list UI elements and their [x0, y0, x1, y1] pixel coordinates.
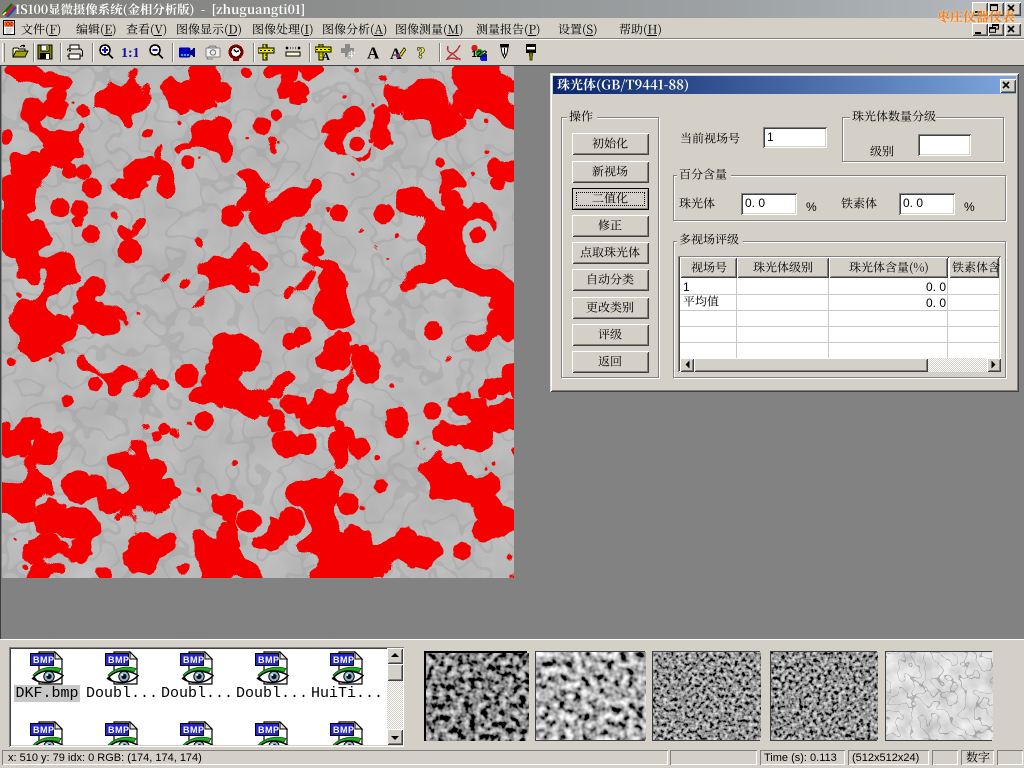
svg-text:BMP: BMP: [333, 655, 355, 665]
svg-text:A: A: [367, 44, 380, 61]
svg-text:BMP: BMP: [333, 725, 355, 735]
svg-text:BMP: BMP: [258, 655, 280, 665]
svg-text:DOC: DOC: [5, 22, 15, 27]
svg-text:BMP: BMP: [108, 655, 130, 665]
svg-text:BMP: BMP: [108, 725, 130, 735]
svg-text:A: A: [322, 51, 330, 61]
svg-text:BMP: BMP: [183, 725, 205, 735]
svg-text:BMP: BMP: [258, 725, 280, 735]
svg-text:BMP: BMP: [33, 655, 55, 665]
svg-text:BMP: BMP: [183, 655, 205, 665]
svg-text:1:1: 1:1: [121, 46, 138, 61]
svg-text:3: 3: [482, 49, 487, 60]
svg-text:BMP: BMP: [33, 725, 55, 735]
svg-text:?: ?: [417, 45, 425, 61]
